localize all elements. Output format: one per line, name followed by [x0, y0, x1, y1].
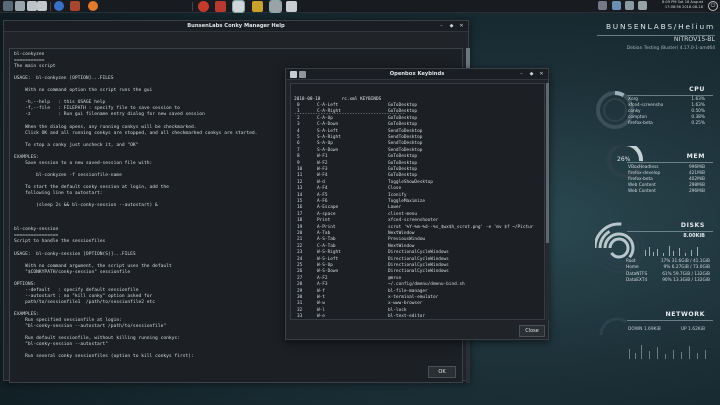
- disks-label: DISKS: [680, 222, 705, 229]
- mem-rule: [627, 162, 713, 163]
- network-rule: [627, 320, 713, 321]
- close-button[interactable]: ✕: [539, 71, 544, 77]
- process-name: Web Content: [628, 189, 656, 195]
- disks-rule: [627, 231, 713, 232]
- task-icon[interactable]: [232, 0, 245, 13]
- disk-activity-graph: [645, 246, 698, 256]
- minimize-button[interactable]: –: [519, 71, 524, 77]
- taskbar-separator: [50, 2, 51, 11]
- keybinds-window-title: Openbox Keybinds: [389, 71, 445, 77]
- menu-icon[interactable]: [3, 1, 13, 11]
- process-value: 296MiB: [688, 189, 705, 195]
- help-text: bl-conkyzen =========== The main script USA…: [14, 52, 257, 360]
- disk-usage: 61% 59.7GiB / 132GiB: [662, 271, 710, 277]
- disk-mount: Home: [626, 265, 639, 271]
- cpu-process-list: Xorg 1.63% xfce4-screensho 1.63% conky 0.50% c…: [628, 97, 705, 127]
- browser-launcher-icon[interactable]: [54, 1, 64, 11]
- conky-network: NETWORK DOWN 1.69KiB UP 1.62KiB: [595, 305, 713, 365]
- conky-title: BUNSENLABS/Helium: [605, 22, 715, 31]
- help-line: Click OK and all running conkys are stop…: [14, 130, 258, 136]
- network-up: UP 1.62KiB: [680, 327, 705, 332]
- conky-os: Debian Testing (Buster) 4.17.0-1-amd64: [626, 46, 715, 51]
- task-icon[interactable]: [286, 1, 297, 12]
- conky-rule: [597, 35, 715, 36]
- clock[interactable]: 8:09 PM Sat 18 August 17:08:56 2018-08-1…: [653, 0, 703, 10]
- keybind-row[interactable]: 33 W-e bl-text-editor: [294, 314, 544, 320]
- disk-usage: 9% 6.27GiB / 73.0GiB: [663, 265, 710, 271]
- task-icon[interactable]: [252, 1, 263, 12]
- disk-row: DataEXT4 90% 13.3GiB / 132GiB: [626, 278, 710, 284]
- network-down: DOWN 1.69KiB: [628, 327, 661, 332]
- mem-process-list: VBoxHeadless 996MiB firefox-develop 421MiB f…: [628, 165, 705, 195]
- task-icon[interactable]: [215, 1, 226, 12]
- keybind-key: W-e: [317, 314, 325, 320]
- text-editor-launcher-icon[interactable]: [37, 1, 47, 11]
- network-graph: [629, 345, 706, 359]
- process-name: firefox-beta: [628, 121, 653, 127]
- file-manager-launcher-icon[interactable]: [15, 1, 25, 11]
- close-dialog-button[interactable]: Close: [519, 325, 545, 337]
- firefox-launcher-icon[interactable]: [88, 1, 98, 11]
- keybind-action: bl-text-editor: [388, 314, 426, 320]
- keybinds-window: Openbox Keybinds – ◆ ✕ 2018-08-18 rc.xml…: [285, 68, 549, 340]
- volume-icon[interactable]: [638, 1, 647, 10]
- disk-usage: 90% 13.3GiB / 132GiB: [662, 278, 710, 284]
- task-icon[interactable]: [269, 0, 282, 13]
- conky-header: BUNSENLABS/Helium NITROV15-BL Debian Tes…: [597, 22, 715, 51]
- disks-list: Root 17% 31.6GiB / 41.1GiB Home 9% 6.27GiB …: [626, 259, 710, 285]
- network-label: NETWORK: [665, 311, 705, 318]
- help-line: Run several conky sessionfiles (option t…: [14, 354, 194, 360]
- disk-mount: DataEXT4: [626, 278, 648, 284]
- task-icon[interactable]: [198, 1, 209, 12]
- close-button[interactable]: ✕: [459, 23, 464, 29]
- terminal-launcher-icon[interactable]: [27, 1, 37, 11]
- clock-date: 17:08:56 2018-08-18: [664, 5, 703, 9]
- taskbar: 8:09 PM Sat 18 August 17:08:56 2018-08-1…: [0, 0, 720, 13]
- power-icon[interactable]: ⏻: [708, 1, 718, 11]
- process-row: Web Content 296MiB: [628, 189, 705, 195]
- help-window-title: BunsenLabs Conky Manager Help: [187, 23, 285, 29]
- disk-mount: DataNTFS: [626, 271, 648, 277]
- keybinds-header-text: 2018-08-18 rc.xml KEYBINDS: [294, 97, 382, 102]
- network-icon[interactable]: [625, 1, 634, 10]
- keybinds-text-area[interactable]: 2018-08-18 rc.xml KEYBINDS -------------…: [290, 83, 545, 320]
- process-row: firefox-beta 0.25%: [628, 121, 705, 127]
- keybinds-scrollbar-thumb[interactable]: [546, 83, 549, 243]
- maximize-button[interactable]: ◆: [449, 23, 454, 29]
- keybinds-titlebar[interactable]: Openbox Keybinds – ◆ ✕: [286, 69, 548, 80]
- bluetooth-icon[interactable]: [612, 1, 621, 10]
- conky-hostname: NITROV15-BL: [673, 36, 715, 43]
- keybinds-scrollbar[interactable]: [546, 83, 549, 320]
- conky-cpu: CPU Xorg 1.63% xfce4-screensho 1.63% conky 0.…: [595, 80, 713, 140]
- help-titlebar[interactable]: BunsenLabs Conky Manager Help – ◆ ✕: [4, 21, 468, 32]
- tray-icon[interactable]: [598, 1, 607, 10]
- cpu-rule: [627, 95, 713, 96]
- app-launcher-icon[interactable]: [70, 1, 80, 11]
- mem-label: MEM: [686, 153, 705, 160]
- cpu-label: CPU: [689, 86, 705, 93]
- taskbar-separator: [192, 2, 193, 11]
- ok-button[interactable]: OK: [428, 366, 456, 378]
- disks-rate: 8.00KiB: [683, 233, 705, 239]
- minimize-button[interactable]: –: [439, 23, 444, 29]
- keybind-index: 33: [297, 314, 303, 320]
- conky-disks: DISKS 8.00KiB Root 17% 31.6GiB / 41.1GiB H…: [595, 218, 713, 290]
- maximize-button[interactable]: ◆: [529, 71, 534, 77]
- conky-mem: 26% MEM VBoxHeadless 996MiB firefox-develo…: [595, 146, 713, 206]
- process-value: 0.25%: [691, 121, 705, 127]
